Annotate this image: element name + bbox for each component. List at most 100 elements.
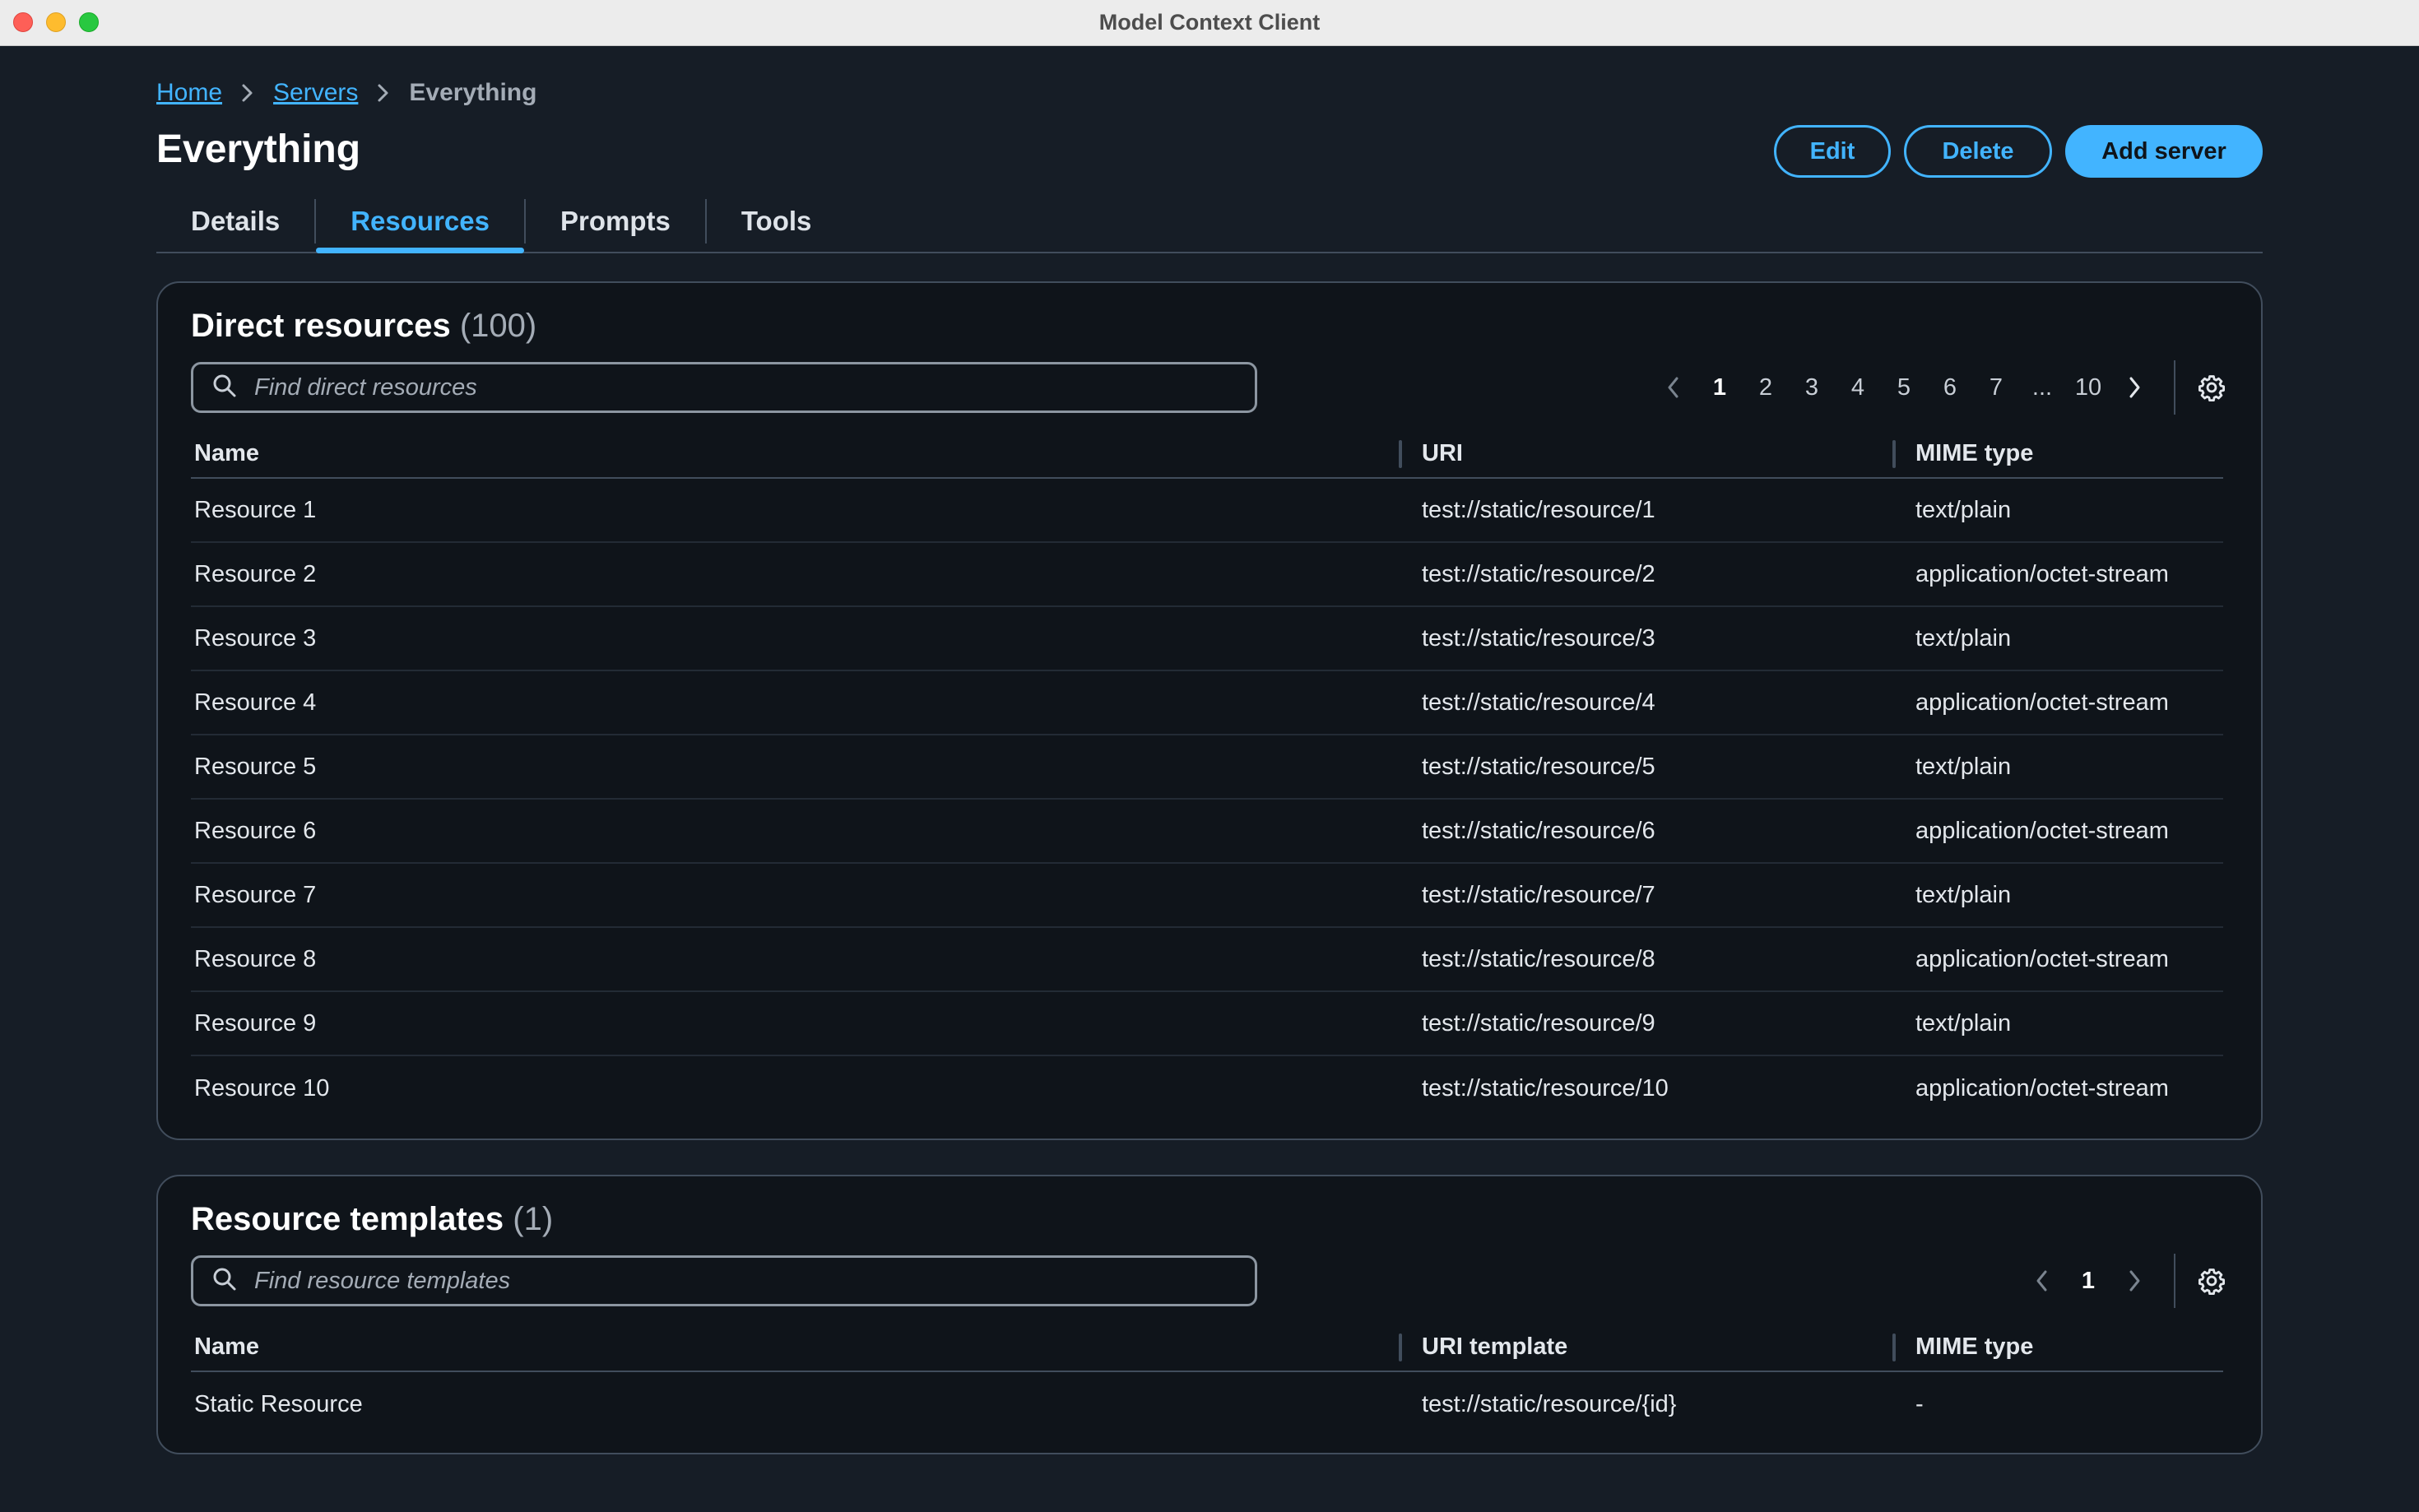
cell-uri: test://static/resource/9 xyxy=(1422,1009,1655,1037)
direct-resources-search[interactable] xyxy=(191,362,1257,413)
table-row[interactable]: Static Resource test://static/resource/{i… xyxy=(191,1372,2223,1436)
page-button-4[interactable]: 4 xyxy=(1835,374,1881,401)
table-row[interactable]: Resource 10 test://static/resource/10 appl… xyxy=(191,1056,2223,1120)
column-header-label: MIME type xyxy=(1915,1333,2034,1360)
table-row[interactable]: Resource 2 test://static/resource/2 applic… xyxy=(191,543,2223,607)
chevron-right-icon[interactable] xyxy=(2111,1264,2157,1297)
chevron-right-icon[interactable] xyxy=(2111,371,2157,404)
resource-templates-search-input[interactable] xyxy=(254,1267,1242,1295)
direct-resources-search-input[interactable] xyxy=(254,373,1242,401)
tab-resources[interactable]: Resources xyxy=(316,191,524,253)
search-icon xyxy=(211,373,254,403)
page-button-2[interactable]: 2 xyxy=(1743,374,1789,401)
direct-resources-heading: Direct resources xyxy=(191,308,451,344)
direct-resources-table: Name URI MIME type Resource 1 test://stat… xyxy=(191,429,2223,1120)
resource-templates-pagination: 1 xyxy=(2019,1254,2228,1308)
gear-icon[interactable] xyxy=(2195,1264,2228,1297)
page-button-6[interactable]: 6 xyxy=(1927,374,1973,401)
chevron-right-icon xyxy=(376,83,391,103)
cell-name: Resource 7 xyxy=(194,881,317,908)
chevron-left-icon[interactable] xyxy=(1651,371,1697,404)
add-server-button[interactable]: Add server xyxy=(2065,125,2263,178)
cell-mime: application/octet-stream xyxy=(1915,817,2169,844)
page-button-5[interactable]: 5 xyxy=(1881,374,1927,401)
column-header-name[interactable]: Name xyxy=(191,429,1402,478)
column-header-label: URI template xyxy=(1422,1333,1568,1360)
column-header-label: URI xyxy=(1422,439,1463,466)
resource-templates-heading: Resource templates xyxy=(191,1201,504,1237)
cell-name: Resource 3 xyxy=(194,624,317,652)
table-row[interactable]: Resource 9 test://static/resource/9 text/p… xyxy=(191,992,2223,1056)
cell-uri-template: test://static/resource/{id} xyxy=(1422,1390,1677,1417)
page-button-1[interactable]: 1 xyxy=(1697,374,1743,401)
cell-uri: test://static/resource/3 xyxy=(1422,624,1655,652)
minimize-window-button[interactable] xyxy=(46,12,66,32)
table-header: Name URI MIME type xyxy=(191,429,2223,479)
tab-details[interactable]: Details xyxy=(156,191,314,252)
direct-resources-count: (100) xyxy=(459,308,537,344)
page-button-3[interactable]: 3 xyxy=(1789,374,1835,401)
table-header: Name URI template MIME type xyxy=(191,1323,2223,1372)
breadcrumb-servers-link[interactable]: Servers xyxy=(273,79,358,107)
delete-button[interactable]: Delete xyxy=(1904,125,2052,178)
chevron-left-icon[interactable] xyxy=(2019,1264,2065,1297)
cell-name: Resource 1 xyxy=(194,496,317,523)
header-actions: Edit Delete Add server xyxy=(1774,125,2263,178)
tab-prompts[interactable]: Prompts xyxy=(526,191,705,252)
table-row[interactable]: Resource 4 test://static/resource/4 applic… xyxy=(191,671,2223,735)
zoom-window-button[interactable] xyxy=(79,12,99,32)
cell-name: Resource 4 xyxy=(194,689,317,716)
cell-mime: application/octet-stream xyxy=(1915,945,2169,972)
close-window-button[interactable] xyxy=(13,12,33,32)
page-button-7[interactable]: 7 xyxy=(1973,374,2019,401)
cell-uri: test://static/resource/7 xyxy=(1422,881,1655,908)
window-controls xyxy=(13,12,99,32)
pagination-divider xyxy=(2174,1254,2175,1308)
column-header-uri[interactable]: URI xyxy=(1402,429,1896,478)
column-header-name[interactable]: Name xyxy=(191,1322,1402,1371)
breadcrumb: Home Servers Everything xyxy=(156,79,536,107)
table-row[interactable]: Resource 5 test://static/resource/5 text/p… xyxy=(191,735,2223,800)
table-row[interactable]: Resource 1 test://static/resource/1 text/p… xyxy=(191,479,2223,543)
cell-mime: application/octet-stream xyxy=(1915,560,2169,587)
window-title: Model Context Client xyxy=(1098,10,1321,35)
resource-templates-count: (1) xyxy=(513,1201,554,1237)
cell-mime: application/octet-stream xyxy=(1915,689,2169,716)
pagination-divider xyxy=(2174,360,2175,415)
resource-templates-table: Name URI template MIME type Static Resou… xyxy=(191,1323,2223,1436)
cell-name: Static Resource xyxy=(194,1390,363,1417)
cell-uri: test://static/resource/1 xyxy=(1422,496,1655,523)
breadcrumb-current: Everything xyxy=(409,79,537,106)
gear-icon[interactable] xyxy=(2195,371,2228,404)
cell-name: Resource 10 xyxy=(194,1074,330,1102)
search-icon xyxy=(211,1266,254,1296)
column-header-uri-template[interactable]: URI template xyxy=(1402,1322,1896,1371)
page-title: Everything xyxy=(156,128,361,171)
table-row[interactable]: Resource 6 test://static/resource/6 applic… xyxy=(191,800,2223,864)
tab-tools[interactable]: Tools xyxy=(707,191,847,252)
page-button-1[interactable]: 1 xyxy=(2065,1268,2111,1295)
table-row[interactable]: Resource 8 test://static/resource/8 applic… xyxy=(191,928,2223,992)
resource-templates-title: Resource templates (1) xyxy=(191,1201,553,1238)
column-header-label: Name xyxy=(194,439,259,466)
table-row[interactable]: Resource 3 test://static/resource/3 text/p… xyxy=(191,607,2223,671)
cell-name: Resource 9 xyxy=(194,1009,317,1037)
direct-resources-title: Direct resources (100) xyxy=(191,308,536,345)
resource-templates-search[interactable] xyxy=(191,1255,1257,1306)
cell-uri: test://static/resource/6 xyxy=(1422,817,1655,844)
page-ellipsis: ... xyxy=(2031,373,2053,401)
page-button-10[interactable]: 10 xyxy=(2065,374,2111,401)
table-row[interactable]: Resource 7 test://static/resource/7 text/p… xyxy=(191,864,2223,928)
cell-uri: test://static/resource/2 xyxy=(1422,560,1655,587)
breadcrumb-home-link[interactable]: Home xyxy=(156,79,222,107)
edit-button[interactable]: Edit xyxy=(1774,125,1891,178)
cell-name: Resource 6 xyxy=(194,817,317,844)
cell-mime: text/plain xyxy=(1915,496,2012,523)
cell-uri: test://static/resource/8 xyxy=(1422,945,1655,972)
direct-resources-panel: Direct resources (100) 1 2 3 4 5 6 7 ...… xyxy=(156,281,2263,1140)
cell-uri: test://static/resource/10 xyxy=(1422,1074,1669,1102)
cell-name: Resource 8 xyxy=(194,945,317,972)
column-header-mime[interactable]: MIME type xyxy=(1896,429,2223,478)
cell-uri: test://static/resource/4 xyxy=(1422,689,1655,716)
column-header-mime[interactable]: MIME type xyxy=(1896,1322,2223,1371)
